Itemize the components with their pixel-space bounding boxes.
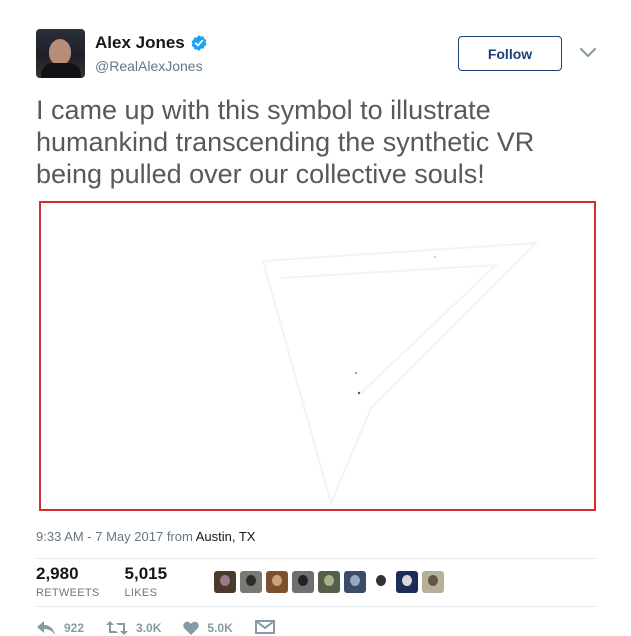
- verified-icon: [190, 34, 208, 52]
- liker-avatar-face: [298, 575, 308, 586]
- liker-avatar-face: [324, 575, 334, 586]
- liker-avatars: [214, 571, 448, 593]
- liker-avatar[interactable]: [292, 571, 314, 593]
- retweet-action[interactable]: 3.0K: [106, 621, 161, 635]
- liker-avatar-face: [428, 575, 438, 586]
- location-link[interactable]: Austin, TX: [196, 529, 256, 544]
- tweet: Alex Jones @RealAlexJones Follow I came …: [0, 0, 631, 636]
- liker-avatar-face: [246, 575, 256, 586]
- chevron-down-icon[interactable]: [580, 48, 596, 58]
- retweet-label: RETWEETS: [36, 587, 100, 599]
- liker-avatar[interactable]: [396, 571, 418, 593]
- timestamp[interactable]: 9:33 AM - 7 May 2017: [36, 529, 163, 544]
- liker-avatar[interactable]: [370, 571, 392, 593]
- tweet-text: I came up with this symbol to illustrate…: [36, 95, 535, 189]
- direct-message-action[interactable]: [254, 620, 283, 636]
- from-label: from: [166, 529, 193, 544]
- display-name[interactable]: Alex Jones: [95, 33, 185, 53]
- retweet-count: 2,980: [36, 564, 79, 583]
- liker-avatar[interactable]: [318, 571, 340, 593]
- liker-avatar[interactable]: [266, 571, 288, 593]
- avatar-shirt: [41, 63, 81, 78]
- envelope-icon: [254, 620, 275, 634]
- user-handle[interactable]: @RealAlexJones: [95, 58, 203, 74]
- retweet-action-count: 3.0K: [136, 621, 162, 635]
- divider: [36, 606, 596, 607]
- reply-count: 922: [64, 621, 85, 635]
- retweet-stat[interactable]: 2,980 RETWEETS: [36, 564, 100, 599]
- like-action-count: 5.0K: [207, 621, 233, 635]
- like-stat[interactable]: 5,015 LIKES: [125, 564, 168, 599]
- tweet-actions: 922 3.0K 5.0K: [36, 620, 305, 636]
- liker-avatar-face: [402, 575, 412, 586]
- like-label: LIKES: [124, 587, 158, 599]
- faint-symbol-image: [261, 241, 539, 507]
- avatar[interactable]: [36, 29, 85, 78]
- reply-action[interactable]: 922: [36, 620, 84, 636]
- liker-avatar-face: [350, 575, 360, 586]
- follow-button[interactable]: Follow: [458, 36, 562, 71]
- retweet-icon: [106, 621, 129, 635]
- tweet-media[interactable]: [39, 201, 596, 511]
- like-count: 5,015: [124, 564, 168, 583]
- liker-avatar[interactable]: [240, 571, 262, 593]
- engagement-stats: 2,980 RETWEETS 5,015 LIKES: [36, 564, 192, 599]
- liker-avatar[interactable]: [214, 571, 236, 593]
- liker-avatar-face: [376, 575, 386, 586]
- heart-icon: [183, 621, 200, 635]
- divider: [36, 558, 596, 559]
- like-action[interactable]: 5.0K: [183, 621, 233, 635]
- tweet-metadata: 9:33 AM - 7 May 2017 from Austin, TX: [36, 529, 255, 544]
- avatar-face: [49, 39, 71, 65]
- reply-icon: [37, 621, 55, 635]
- liker-avatar-face: [272, 575, 282, 586]
- liker-avatar[interactable]: [422, 571, 444, 593]
- liker-avatar-face: [220, 575, 230, 586]
- name-row: Alex Jones: [95, 33, 208, 53]
- liker-avatar[interactable]: [344, 571, 366, 593]
